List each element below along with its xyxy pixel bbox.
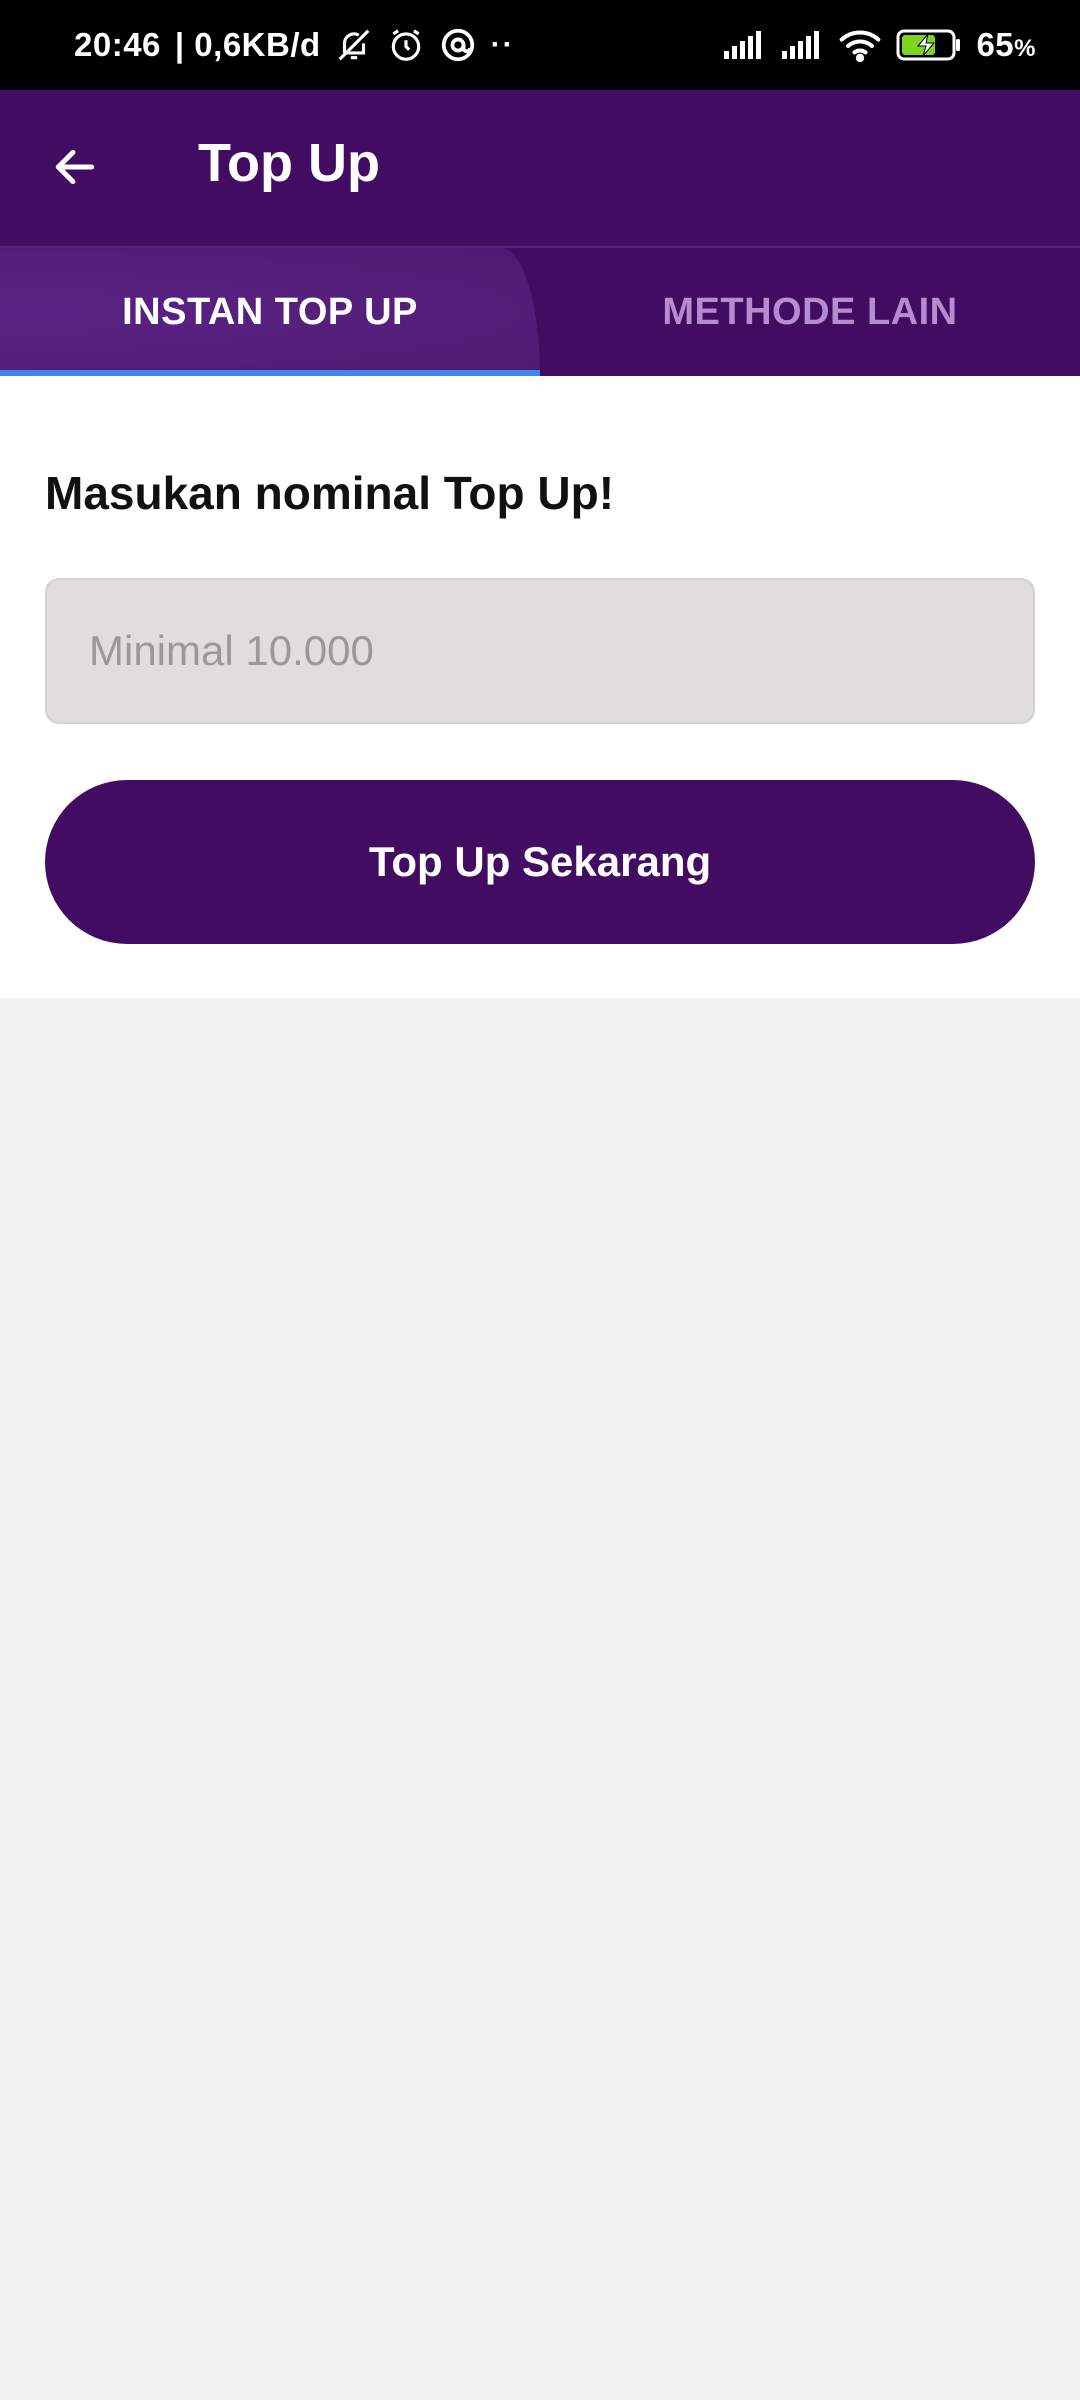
- arrow-left-icon: [50, 142, 100, 197]
- network-speed: | 0,6KB/d: [174, 26, 321, 63]
- battery-unit: %: [1014, 35, 1036, 62]
- battery-percent: 65: [976, 26, 1015, 63]
- cell-signal-icon: [722, 29, 766, 61]
- status-time: 20:46: [74, 26, 161, 63]
- wifi-icon: [838, 28, 882, 62]
- cell-signal-icon: [780, 29, 824, 61]
- bell-off-icon: [335, 26, 373, 64]
- tab-bar: INSTAN TOP UP METHODE LAIN: [0, 246, 1080, 376]
- topup-now-button[interactable]: Top Up Sekarang: [45, 780, 1035, 944]
- overflow-dots: ··: [490, 28, 515, 61]
- topup-form: Masukan nominal Top Up! Top Up Sekarang: [0, 376, 1080, 998]
- tab-methode-lain[interactable]: METHODE LAIN: [540, 248, 1080, 376]
- tab-label: INSTAN TOP UP: [122, 290, 418, 333]
- alarm-clock-icon: [387, 26, 425, 64]
- battery-level: 65%: [976, 26, 1036, 64]
- tab-instan-top-up[interactable]: INSTAN TOP UP: [0, 248, 540, 376]
- battery-charging-icon: [896, 28, 962, 62]
- at-sign-icon: [439, 26, 477, 64]
- amount-input[interactable]: [45, 578, 1035, 724]
- status-bar-right: 65%: [722, 26, 1036, 64]
- status-bar-left: 20:46 | 0,6KB/d ··: [74, 26, 515, 64]
- app-bar: Top Up: [0, 90, 1080, 246]
- page-title: Top Up: [198, 133, 380, 193]
- tab-label: METHODE LAIN: [662, 290, 958, 333]
- status-bar: 20:46 | 0,6KB/d ·· 65%: [0, 0, 1080, 90]
- back-button[interactable]: [40, 134, 110, 204]
- form-prompt: Masukan nominal Top Up!: [45, 467, 615, 519]
